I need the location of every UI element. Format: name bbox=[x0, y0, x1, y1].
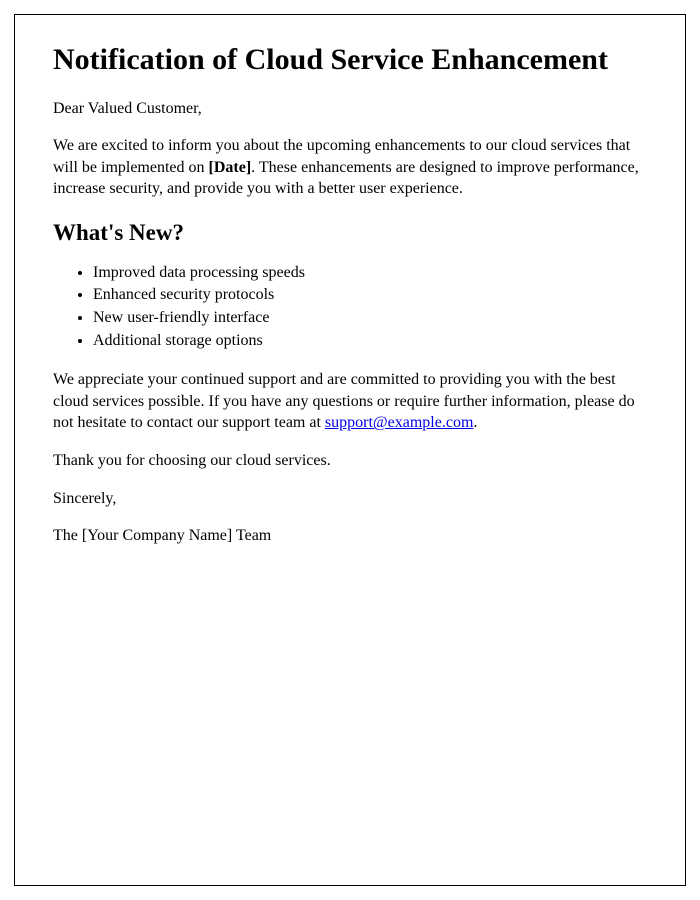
support-paragraph: We appreciate your continued support and… bbox=[53, 369, 647, 434]
features-list: Improved data processing speeds Enhanced… bbox=[93, 262, 647, 351]
page-title: Notification of Cloud Service Enhancemen… bbox=[53, 43, 647, 78]
section-heading: What's New? bbox=[53, 220, 647, 246]
thanks-text: Thank you for choosing our cloud service… bbox=[53, 450, 647, 472]
intro-paragraph: We are excited to inform you about the u… bbox=[53, 135, 647, 200]
list-item: New user-friendly interface bbox=[93, 307, 647, 329]
list-item: Improved data processing speeds bbox=[93, 262, 647, 284]
document-page: Notification of Cloud Service Enhancemen… bbox=[14, 14, 686, 886]
greeting-text: Dear Valued Customer, bbox=[53, 98, 647, 120]
list-item: Enhanced security protocols bbox=[93, 284, 647, 306]
support-email-link[interactable]: support@example.com bbox=[325, 414, 473, 431]
signature-text: The [Your Company Name] Team bbox=[53, 525, 647, 547]
intro-date-placeholder: [Date] bbox=[209, 159, 252, 176]
list-item: Additional storage options bbox=[93, 330, 647, 352]
closing-text: Sincerely, bbox=[53, 488, 647, 510]
support-text-after: . bbox=[473, 414, 477, 431]
